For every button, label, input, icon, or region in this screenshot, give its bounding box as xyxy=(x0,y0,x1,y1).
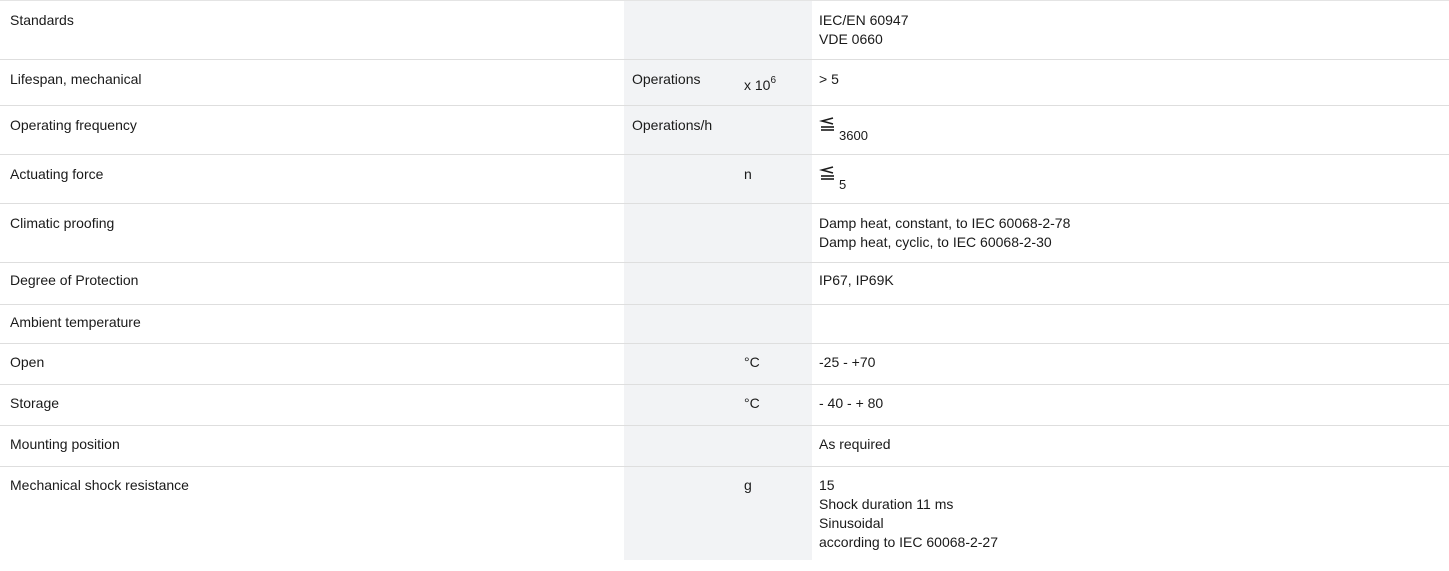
value-line: IEC/EN 60947 xyxy=(819,12,909,28)
value-line: according to IEC 60068-2-27 xyxy=(819,534,998,550)
bounded-value: 3600 xyxy=(819,116,868,145)
multiplier-cell xyxy=(740,1,812,60)
table-row-operating-frequency: Operating frequency Operations/h 3600 xyxy=(0,105,1449,155)
value-cell: 5 xyxy=(812,154,1449,204)
value-number: 5 xyxy=(839,177,847,192)
multiplier-cell: °C xyxy=(740,343,812,385)
table-row-actuating-force: Actuating force n 5 xyxy=(0,154,1449,204)
value-line: Sinusoidal xyxy=(819,515,884,531)
value-cell: As required xyxy=(812,425,1449,467)
table-row-ambient-storage: Storage °C - 40 - + 80 xyxy=(0,384,1449,426)
unit-cell xyxy=(624,343,740,385)
value-line: 15 xyxy=(819,477,835,493)
multiplier-text: x 106 xyxy=(744,76,776,95)
value-cell: > 5 xyxy=(812,59,1449,106)
less-than-or-equal-icon xyxy=(819,117,834,131)
multiplier-cell xyxy=(740,304,812,344)
property-label: Actuating force xyxy=(0,154,624,204)
value-line: Damp heat, cyclic, to IEC 60068-2-30 xyxy=(819,234,1052,250)
multiplier-cell xyxy=(740,203,812,263)
value-cell: -25 - +70 xyxy=(812,343,1449,385)
value-cell: IP67, IP69K xyxy=(812,262,1449,305)
table-row-degree-of-protection: Degree of Protection IP67, IP69K xyxy=(0,262,1449,305)
value-cell: 15 Shock duration 11 ms Sinusoidal accor… xyxy=(812,467,1449,561)
value-cell: - 40 - + 80 xyxy=(812,384,1449,426)
value-number: 3600 xyxy=(839,128,868,143)
unit-cell: Operations xyxy=(624,59,740,106)
table-row-standards: Standards IEC/EN 60947 VDE 0660 xyxy=(0,1,1449,60)
multiplier-cell xyxy=(740,425,812,467)
property-label: Lifespan, mechanical xyxy=(0,59,624,106)
table-row-climatic-proofing: Climatic proofing Damp heat, constant, t… xyxy=(0,203,1449,263)
multiplier-exponent: 6 xyxy=(770,75,777,86)
unit-cell xyxy=(624,425,740,467)
value-cell: IEC/EN 60947 VDE 0660 xyxy=(812,1,1449,60)
unit-cell xyxy=(624,304,740,344)
multiplier-cell xyxy=(740,262,812,305)
value-line: Shock duration 11 ms xyxy=(819,496,954,512)
property-label: Ambient temperature xyxy=(0,304,624,344)
unit-cell xyxy=(624,1,740,60)
multiplier-cell: n xyxy=(740,154,812,204)
unit-cell xyxy=(624,154,740,204)
unit-cell xyxy=(624,384,740,426)
less-than-or-equal-icon xyxy=(819,166,834,180)
property-label: Open xyxy=(0,343,624,385)
unit-cell: Operations/h xyxy=(624,105,740,155)
property-label: Climatic proofing xyxy=(0,203,624,263)
property-label: Operating frequency xyxy=(0,105,624,155)
multiplier-base: x 10 xyxy=(744,77,771,93)
value-cell: Damp heat, constant, to IEC 60068-2-78 D… xyxy=(812,203,1449,263)
multiplier-cell: g xyxy=(740,466,812,560)
table-row-mounting-position: Mounting position As required xyxy=(0,425,1449,467)
technical-data-table: Standards IEC/EN 60947 VDE 0660 Lifespan… xyxy=(0,1,1449,560)
table-row-ambient-temperature: Ambient temperature xyxy=(0,304,1449,344)
unit-cell xyxy=(624,203,740,263)
value-cell xyxy=(812,304,1449,344)
unit-cell xyxy=(624,466,740,560)
table-row-lifespan: Lifespan, mechanical Operations x 106 > … xyxy=(0,59,1449,106)
multiplier-cell: °C xyxy=(740,384,812,426)
property-label: Mechanical shock resistance xyxy=(10,477,189,493)
table-row-ambient-open: Open °C -25 - +70 xyxy=(0,343,1449,385)
multiplier-cell: x 106 xyxy=(740,59,812,106)
property-label: Mounting position xyxy=(0,425,624,467)
spec-sheet: Standards IEC/EN 60947 VDE 0660 Lifespan… xyxy=(0,0,1449,571)
property-label: Storage xyxy=(0,384,624,426)
value-line: Damp heat, constant, to IEC 60068-2-78 xyxy=(819,215,1071,231)
value-cell: 3600 xyxy=(812,105,1449,155)
property-label: Standards xyxy=(0,1,624,60)
property-label: Degree of Protection xyxy=(0,262,624,305)
value-line: VDE 0660 xyxy=(819,31,883,47)
table-row-mechanical-shock-resistance: Mechanical shock resistance g 15 Shock d… xyxy=(0,466,1449,561)
bounded-value: 5 xyxy=(819,165,846,194)
unit-cell xyxy=(624,262,740,305)
multiplier-cell xyxy=(740,105,812,155)
